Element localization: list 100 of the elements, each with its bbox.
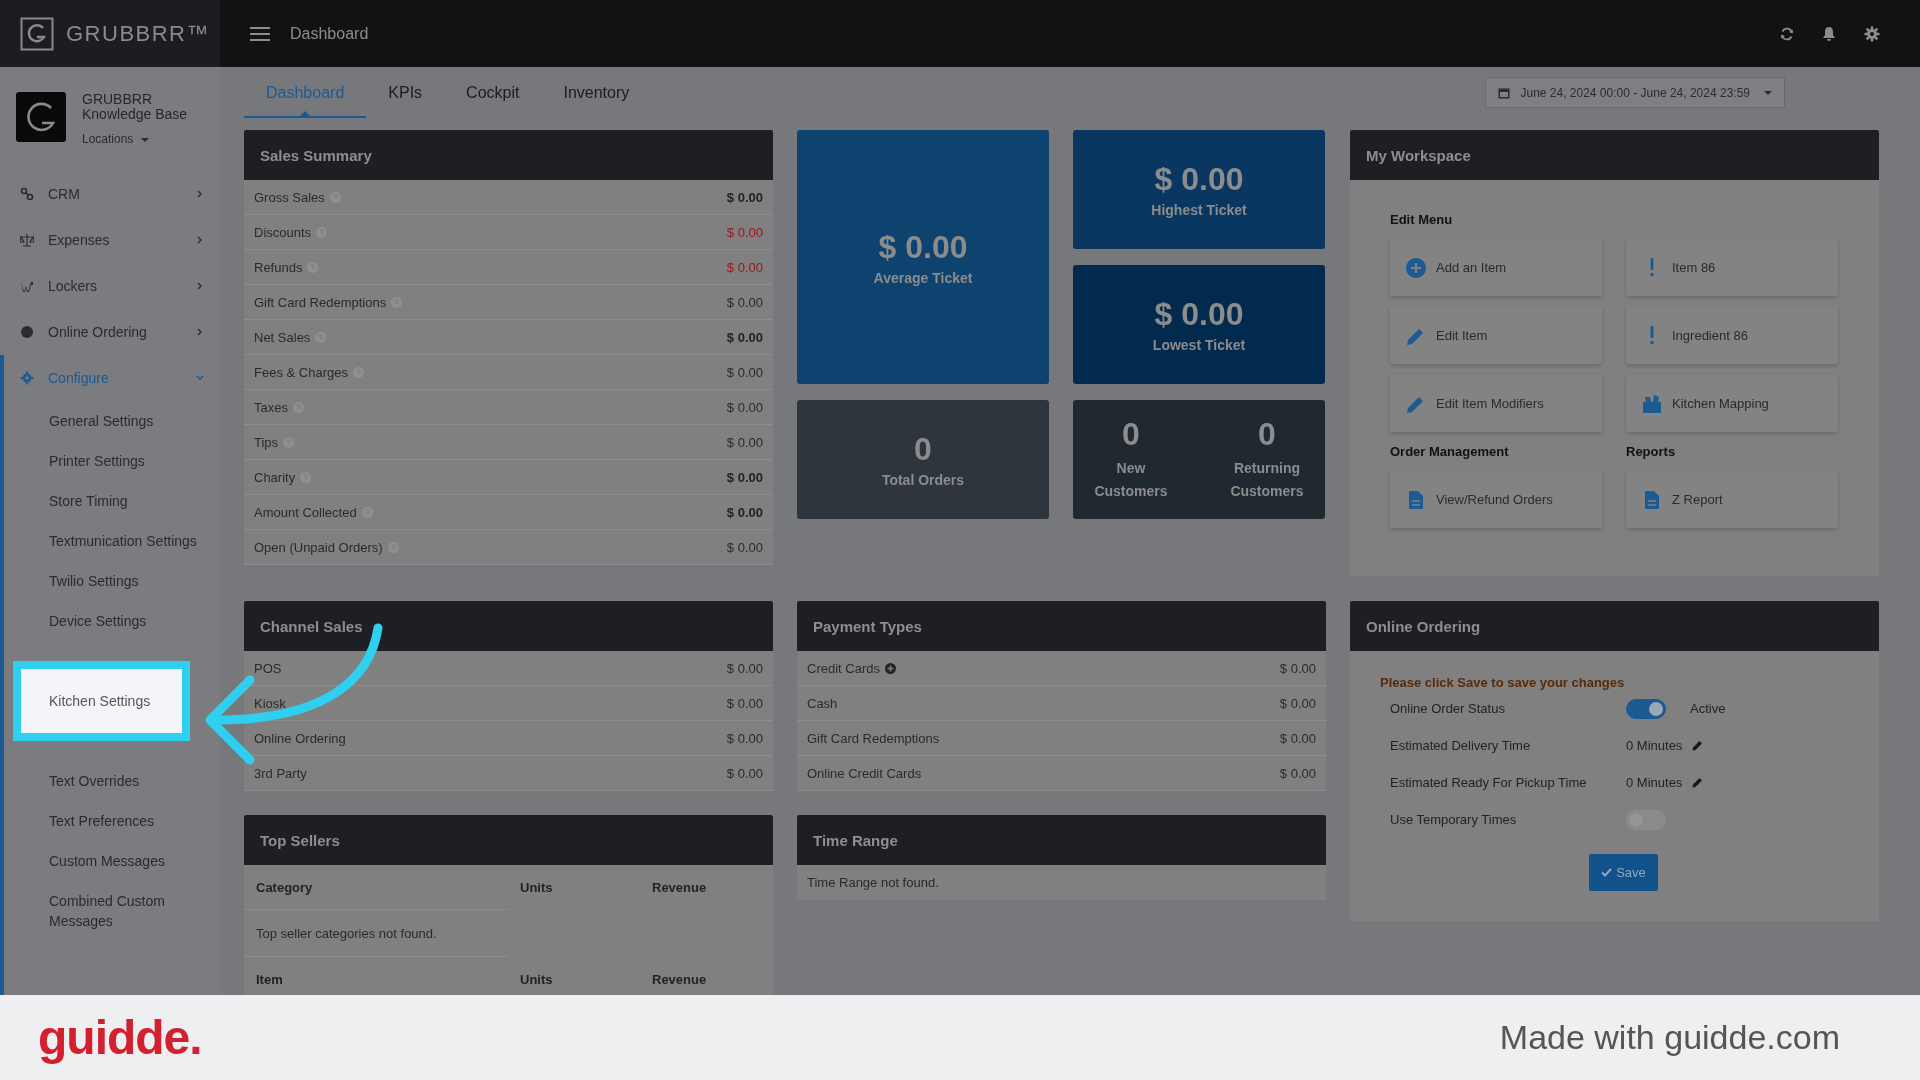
submenu-item[interactable]: Store Timing <box>4 481 220 521</box>
nav-item[interactable]: Expenses <box>0 217 220 263</box>
stat-label: Average Ticket <box>873 269 973 286</box>
store-logo-icon <box>16 92 66 142</box>
stat-label: Highest Ticket <box>1151 202 1247 218</box>
shortcut-button[interactable]: Z Report <box>1626 471 1838 528</box>
card-title: Top Sellers <box>244 815 773 865</box>
shortcut-button[interactable]: Kitchen Mapping <box>1626 375 1838 432</box>
row-label: Taxes <box>254 399 288 415</box>
row-label: Credit Cards <box>807 660 880 676</box>
nav-item[interactable]: Online Ordering <box>0 309 220 355</box>
submenu-item[interactable]: Combined Custom Messages <box>4 881 220 941</box>
submenu-item[interactable]: Kitchen Settings <box>13 661 190 741</box>
submenu-item[interactable]: Custom Messages <box>4 841 220 881</box>
row-value: $ 0.00 <box>726 660 763 676</box>
row-label: Online Credit Cards <box>807 765 922 781</box>
shortcut-button[interactable]: Item 86 <box>1626 239 1838 296</box>
column-header: Item <box>256 971 284 987</box>
pencil-icon[interactable] <box>1692 740 1704 751</box>
row-label: Charity <box>254 469 296 485</box>
expand-icon[interactable] <box>884 662 896 674</box>
column-header: Category <box>256 879 314 895</box>
row-label: Fees & Charges <box>254 364 348 380</box>
shortcut-button[interactable]: Ingredient 86 <box>1626 307 1838 364</box>
stat-label: Lowest Ticket <box>1152 337 1246 353</box>
calendar-icon <box>1498 86 1511 99</box>
submenu-item[interactable]: Printer Settings <box>4 441 220 481</box>
footer-logo: guidde. <box>38 1010 202 1065</box>
row-label: 3rd Party <box>254 765 307 781</box>
notice-text: Please click Save to save your changes <box>1380 675 1626 690</box>
column-header: Units <box>520 971 554 987</box>
refresh-icon[interactable] <box>1780 26 1794 41</box>
chevron-icon <box>196 374 204 382</box>
shortcut-button[interactable]: Edit Item Modifiers <box>1390 375 1602 432</box>
card-title: Time Range <box>797 815 1326 865</box>
row-label: Refunds <box>254 259 303 275</box>
empty-message: Time Range not found. <box>806 874 940 892</box>
submenu-item[interactable]: Text Overrides <box>4 761 220 801</box>
row-value: $ 0.00 <box>726 399 763 415</box>
submenu-item[interactable]: Text Preferences <box>4 801 220 841</box>
row-value: $ 0.00 <box>726 294 763 310</box>
settings-icon <box>20 371 34 385</box>
setting-value: 0 Minutes <box>1626 775 1683 790</box>
stat-value: $ 0.00 <box>878 228 968 266</box>
row-value: $ 0.00 <box>726 539 763 555</box>
tab[interactable]: Inventory <box>541 67 652 118</box>
row-value: $ 0.00 <box>726 695 763 711</box>
logo-icon <box>20 16 54 51</box>
shortcut-button[interactable]: View/Refund Orders <box>1390 471 1602 528</box>
row-value: $ 0.00 <box>1279 730 1316 746</box>
row-label: Open (Unpaid Orders) <box>254 539 383 555</box>
notification-icon[interactable] <box>1822 25 1836 42</box>
stat-label: Returning Customers <box>1229 459 1305 501</box>
card-title: My Workspace <box>1350 130 1879 180</box>
menu-icon[interactable] <box>250 26 270 41</box>
shortcut-button[interactable]: Add an Item <box>1390 239 1602 296</box>
submenu-item[interactable]: Device Settings <box>4 601 220 641</box>
row-value: $ 0.00 <box>726 434 763 450</box>
exclamation-icon <box>1650 326 1654 345</box>
document-icon <box>1642 489 1662 510</box>
row-label: Cash <box>807 695 838 711</box>
setting-label: Estimated Delivery Time <box>1390 738 1532 753</box>
setting-label: Estimated Ready For Pickup Time <box>1390 775 1588 790</box>
page-title: Dashboard <box>290 24 369 43</box>
save-button[interactable]: Save <box>1589 854 1658 891</box>
row-value: $ 0.00 <box>726 765 763 781</box>
tab[interactable]: Cockpit <box>444 67 542 118</box>
row-value: $ 0.00 <box>726 364 763 380</box>
toggle-switch[interactable] <box>1626 698 1666 719</box>
setting-label: Online Order Status <box>1390 701 1506 716</box>
footer-credit: Made with guidde.com <box>1499 1018 1840 1057</box>
row-label: Gross Sales <box>254 189 325 205</box>
row-value: $ 0.00 <box>1279 695 1316 711</box>
locations-dropdown[interactable]: Locations <box>82 132 202 146</box>
chevron-icon <box>196 282 204 290</box>
tab[interactable]: KPIs <box>366 67 445 118</box>
chevron-icon <box>196 236 204 244</box>
row-label: Net Sales <box>254 329 311 345</box>
stat-value: 0 <box>1122 416 1140 453</box>
submenu-item[interactable]: Textmunication Settings <box>4 521 220 561</box>
submenu-item[interactable]: Twilio Settings <box>4 561 220 601</box>
settings-icon[interactable] <box>1864 25 1880 42</box>
store-name: GRUBBRR Knowledge Base <box>82 92 189 122</box>
add-icon <box>1406 257 1426 278</box>
date-range-picker[interactable]: June 24, 2024 00:00 - June 24, 2024 23:59 <box>1485 77 1785 108</box>
submenu-item[interactable]: General Settings <box>4 401 220 441</box>
shortcut-button[interactable]: Edit Item <box>1390 307 1602 364</box>
setting-value: 0 Minutes <box>1626 738 1683 753</box>
setting-label: Use Temporary Times <box>1390 812 1518 827</box>
row-value: $ 0.00 <box>726 730 763 746</box>
nav-item[interactable]: Lockers <box>0 263 220 309</box>
pencil-icon[interactable] <box>1692 777 1704 788</box>
brand-name: GRUBBRR™ <box>66 20 210 47</box>
card-title: Payment Types <box>797 601 1326 651</box>
checkmark-icon <box>1601 868 1613 877</box>
document-icon <box>1406 489 1426 510</box>
row-label: Discounts <box>254 224 312 240</box>
nav-item[interactable]: CRM <box>0 171 220 217</box>
column-header: Revenue <box>652 971 707 987</box>
stat-label: Total Orders <box>881 472 965 488</box>
